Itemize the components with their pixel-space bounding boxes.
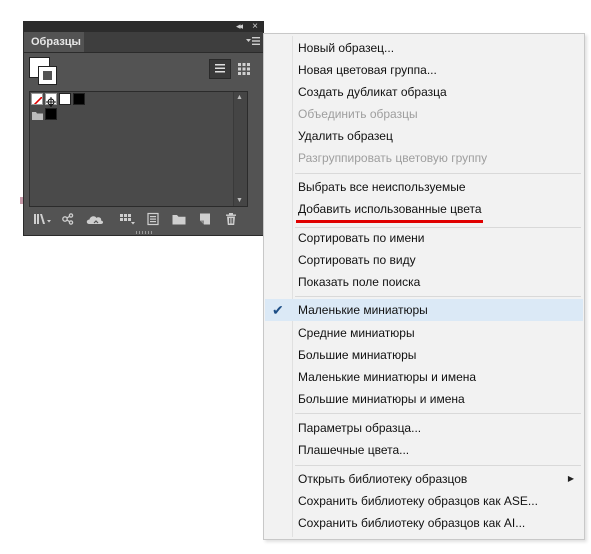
swatch-options-icon[interactable] <box>145 212 161 226</box>
menu-item-medium-thumbnail-view[interactable]: Средние миниатюры <box>265 322 583 344</box>
list-view-icon <box>215 64 225 73</box>
folder-icon <box>32 112 43 120</box>
scroll-down-icon[interactable]: ▼ <box>236 197 243 204</box>
registration-target-icon <box>46 97 56 107</box>
menu-item-label: Сортировать по имени <box>298 231 425 245</box>
menu-separator <box>295 465 581 466</box>
stroke-swatch[interactable] <box>38 66 57 85</box>
menu-item-duplicate-swatch[interactable]: Создать дубликат образца <box>265 81 583 103</box>
panel-flyout-menu: Новый образец... Новая цветовая группа..… <box>263 33 585 540</box>
swatch-none[interactable] <box>31 93 43 105</box>
menu-item-label: Большие миниатюры <box>298 348 417 362</box>
menu-item-label: Новый образец... <box>298 41 395 55</box>
swatches-panel: ◂◂ × Образцы ▲ ▼ <box>23 21 264 236</box>
menu-item-label: Маленькие миниатюры <box>298 303 428 317</box>
menu-item-show-find-field[interactable]: Показать поле поиска <box>265 271 583 293</box>
menu-item-label: Большие миниатюры и имена <box>298 392 465 406</box>
menu-item-swatch-options[interactable]: Параметры образца... <box>265 417 583 439</box>
tab-swatches[interactable]: Образцы <box>24 32 84 52</box>
panel-resize-grip[interactable] <box>136 231 154 234</box>
menu-item-label: Сохранить библиотеку образцов как AI... <box>298 516 526 530</box>
scroll-up-icon[interactable]: ▲ <box>236 94 243 101</box>
menu-item-ungroup-color-group: Разгруппировать цветовую группу <box>265 147 583 169</box>
menu-item-label: Открыть библиотеку образцов <box>298 472 468 486</box>
menu-item-label: Объединить образцы <box>298 107 418 121</box>
swatch-white[interactable] <box>59 93 71 105</box>
menu-separator <box>295 413 581 414</box>
swatch-list-scrollbar[interactable]: ▲ ▼ <box>233 92 247 206</box>
menu-item-label: Удалить образец <box>298 129 393 143</box>
menu-item-select-all-unused[interactable]: Выбрать все неиспользуемые <box>265 176 583 198</box>
menu-item-label: Маленькие миниатюры и имена <box>298 370 477 384</box>
menu-item-save-library-ai[interactable]: Сохранить библиотеку образцов как AI... <box>265 512 583 534</box>
close-icon[interactable]: × <box>252 21 258 32</box>
show-swatch-kinds-icon[interactable] <box>118 212 138 226</box>
grid-view-icon <box>238 63 250 75</box>
submenu-arrow-icon: ▶ <box>567 474 574 483</box>
menu-item-label: Показать поле поиска <box>298 275 421 289</box>
panel-menu-icon[interactable] <box>246 36 260 46</box>
menu-item-sort-by-kind[interactable]: Сортировать по виду <box>265 249 583 271</box>
swatch-registration[interactable] <box>45 93 57 107</box>
menu-separator <box>295 296 581 297</box>
menu-item-small-list-view[interactable]: Маленькие миниатюры и имена <box>265 366 583 388</box>
new-color-group-icon[interactable] <box>171 212 187 226</box>
menu-item-label: Разгруппировать цветовую группу <box>298 151 488 165</box>
highlight-underline <box>296 220 483 223</box>
list-view-button[interactable] <box>209 59 231 79</box>
menu-item-add-used-colors[interactable]: Добавить использованные цвета <box>265 198 583 220</box>
panel-bottom-toolbar <box>24 210 263 228</box>
swatch-libraries-menu-icon[interactable] <box>32 212 54 226</box>
menu-item-new-swatch[interactable]: Новый образец... <box>265 37 583 59</box>
menu-item-label: Сортировать по виду <box>298 253 416 267</box>
new-swatch-icon[interactable] <box>197 212 213 226</box>
none-slash-icon <box>33 96 42 104</box>
swatch-black-grouped[interactable] <box>45 108 57 120</box>
grid-view-button[interactable] <box>233 59 255 79</box>
menu-item-delete-swatch[interactable]: Удалить образец <box>265 125 583 147</box>
menu-item-sort-by-name[interactable]: Сортировать по имени <box>265 227 583 249</box>
swatch-black[interactable] <box>73 93 85 105</box>
menu-item-label: Выбрать все неиспользуемые <box>298 180 466 194</box>
place-swatches-icon[interactable] <box>60 212 76 226</box>
swatch-list[interactable]: ▲ ▼ <box>29 91 248 207</box>
menu-item-small-thumbnail-view[interactable]: ✔ Маленькие миниатюры <box>265 299 583 321</box>
menu-item-label: Новая цветовая группа... <box>298 63 437 77</box>
menu-item-large-thumbnail-view[interactable]: Большие миниатюры <box>265 344 583 366</box>
menu-item-spot-colors[interactable]: Плашечные цвета... <box>265 439 583 461</box>
menu-item-label: Добавить использованные цвета <box>298 202 482 216</box>
panel-tab-bar: Образцы <box>24 32 263 53</box>
fill-stroke-indicator[interactable] <box>29 57 59 87</box>
delete-swatch-icon[interactable] <box>223 212 239 226</box>
swatch-folder[interactable] <box>31 108 44 120</box>
menu-item-save-library-ase[interactable]: Сохранить библиотеку образцов как ASE... <box>265 490 583 512</box>
menu-item-open-swatch-library[interactable]: Открыть библиотеку образцов ▶ <box>265 468 583 490</box>
cloud-library-icon[interactable] <box>85 212 105 226</box>
collapse-double-arrow-icon[interactable]: ◂◂ <box>236 21 243 32</box>
menu-item-label: Сохранить библиотеку образцов как ASE... <box>298 494 538 508</box>
menu-item-label: Средние миниатюры <box>298 326 415 340</box>
menu-item-label: Создать дубликат образца <box>298 85 447 99</box>
menu-item-merge-swatches: Объединить образцы <box>265 103 583 125</box>
menu-separator <box>295 173 581 174</box>
menu-item-new-color-group[interactable]: Новая цветовая группа... <box>265 59 583 81</box>
checkmark-icon: ✔ <box>272 302 284 318</box>
menu-item-large-list-view[interactable]: Большие миниатюры и имена <box>265 388 583 410</box>
menu-item-label: Параметры образца... <box>298 421 422 435</box>
panel-title-bar[interactable]: ◂◂ × <box>24 21 263 32</box>
menu-item-label: Плашечные цвета... <box>298 443 410 457</box>
